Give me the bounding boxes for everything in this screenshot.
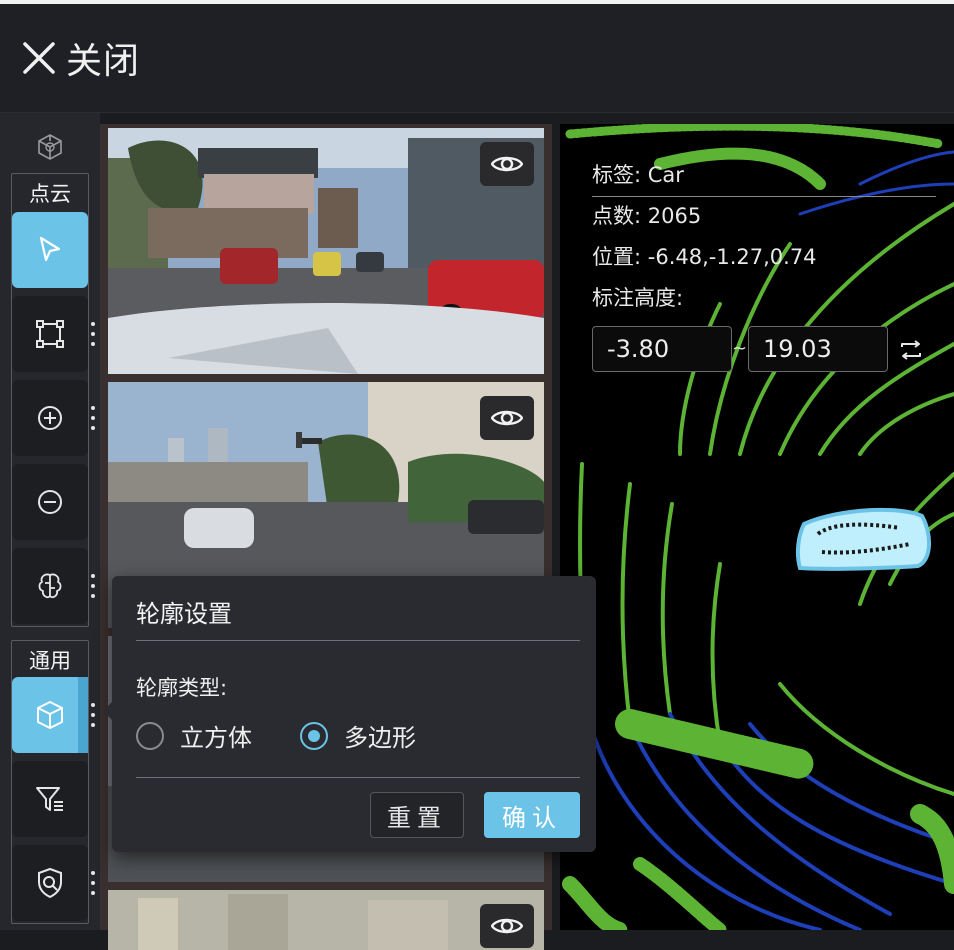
cursor-arrow-icon — [39, 236, 61, 262]
label-value: Car — [647, 163, 684, 187]
search-shield-tool-button[interactable] — [12, 845, 95, 921]
shield-search-icon — [38, 867, 62, 899]
radio-cube[interactable]: 立方体 — [136, 718, 252, 753]
more-options-icon[interactable] — [91, 574, 95, 598]
ai-tool-button[interactable] — [12, 548, 95, 624]
header-bar: 关闭 — [0, 4, 954, 113]
toggle-visibility-button[interactable] — [480, 904, 534, 948]
bounding-box-icon — [36, 320, 64, 348]
contour-settings-popover: 轮廓设置 轮廓类型: 立方体 多边形 重置 确认 — [103, 576, 596, 852]
camera-view-front[interactable] — [108, 128, 544, 374]
popover-arrow — [103, 702, 112, 720]
plus-circle-icon — [38, 406, 62, 430]
radio-polygon[interactable]: 多边形 — [300, 718, 416, 753]
points-value: 2065 — [647, 204, 702, 228]
brain-icon — [38, 573, 62, 599]
minus-circle-icon — [38, 490, 62, 514]
range-separator: ~ — [732, 338, 748, 359]
close-icon — [23, 42, 55, 74]
camera-image-rear — [108, 890, 544, 950]
height-max-input[interactable]: 19.03 — [748, 326, 888, 372]
box-tool-button[interactable] — [12, 296, 95, 372]
position-value: -6.48,-1.27,0.74 — [647, 245, 817, 269]
close-button[interactable]: 关闭 — [22, 34, 140, 82]
label-key: 标签: — [592, 163, 642, 187]
popover-divider-top — [136, 640, 580, 641]
confirm-button[interactable]: 确认 — [484, 792, 580, 838]
camera-image-front — [108, 128, 544, 374]
points-key: 点数: — [592, 204, 642, 228]
radio-circle[interactable] — [136, 721, 164, 750]
cuboid-tool-button[interactable] — [12, 677, 95, 753]
cube-icon — [37, 701, 63, 729]
position-key: 位置: — [592, 245, 642, 269]
eye-icon — [491, 156, 523, 172]
toggle-visibility-button[interactable] — [480, 142, 534, 186]
eye-icon — [491, 918, 523, 934]
toggle-visibility-button[interactable] — [480, 396, 534, 440]
pointcloud-group-title: 点云 — [29, 182, 71, 206]
height-label: 标注高度: — [592, 286, 684, 310]
select-tool-button[interactable] — [12, 212, 88, 288]
more-options-icon[interactable] — [91, 703, 95, 727]
active-tool-indicator — [78, 677, 88, 753]
filter-tool-button[interactable] — [12, 761, 88, 837]
camera-view-rear[interactable] — [108, 890, 544, 950]
popover-divider-bottom — [136, 777, 580, 778]
radio-polygon-label: 多边形 — [344, 724, 416, 752]
filter-list-icon — [36, 787, 63, 811]
close-label: 关闭 — [66, 41, 141, 82]
label-row: 标签: Car — [592, 158, 942, 199]
info-divider — [592, 196, 936, 197]
reset-button[interactable]: 重置 — [370, 792, 464, 838]
height-min-input[interactable]: -3.80 — [592, 326, 732, 372]
general-group-title: 通用 — [29, 649, 71, 673]
eye-icon — [491, 410, 523, 426]
radio-circle-selected[interactable] — [300, 721, 328, 750]
object-info-panel: 标签: Car 点数: 2065 位置: -6.48,-1.27,0.74 标注… — [592, 158, 942, 322]
more-options-icon[interactable] — [91, 871, 95, 895]
points-row: 点数: 2065 — [592, 199, 942, 240]
more-options-icon[interactable] — [91, 406, 95, 430]
popover-title: 轮廓设置 — [136, 600, 232, 628]
more-options-icon[interactable] — [91, 322, 95, 346]
contour-type-label: 轮廓类型: — [136, 676, 228, 700]
swap-icon[interactable] — [898, 338, 924, 362]
radio-cube-label: 立方体 — [180, 724, 252, 752]
zoom-out-tool-button[interactable] — [12, 464, 88, 540]
position-row: 位置: -6.48,-1.27,0.74 — [592, 240, 942, 281]
cube-3d-icon — [38, 134, 62, 160]
zoom-in-tool-button[interactable] — [12, 380, 95, 456]
